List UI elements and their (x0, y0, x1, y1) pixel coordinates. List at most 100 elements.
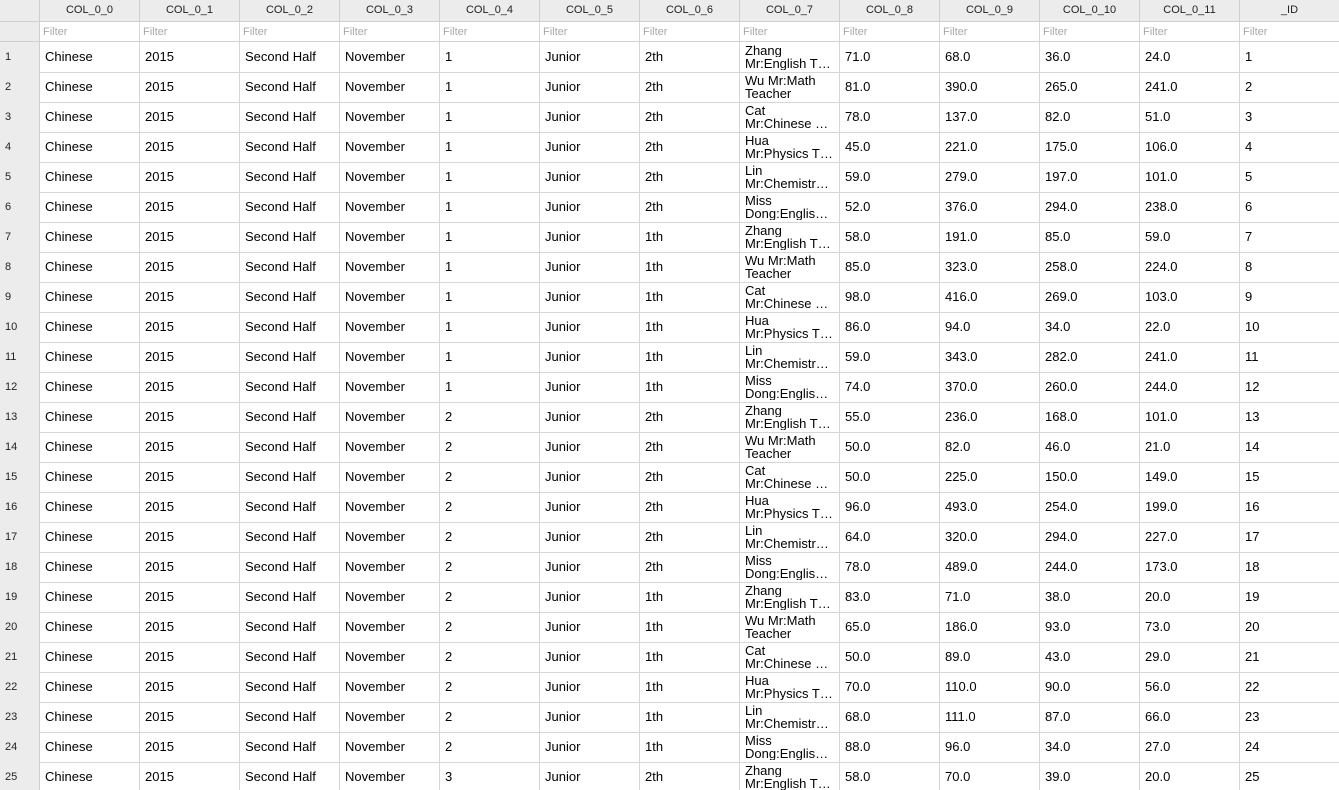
table-cell[interactable]: 282.0 (1040, 342, 1140, 372)
table-cell[interactable]: Second Half (240, 342, 340, 372)
table-cell[interactable]: 2015 (140, 372, 240, 402)
table-cell[interactable]: 70.0 (840, 672, 940, 702)
table-cell[interactable]: 2th (640, 192, 740, 222)
column-header[interactable]: COL_0_4 (440, 0, 540, 21)
table-cell[interactable]: 2 (1240, 72, 1339, 102)
table-cell[interactable]: 2015 (140, 192, 240, 222)
table-cell[interactable]: 2 (440, 612, 540, 642)
table-cell[interactable]: Chinese (40, 762, 140, 790)
table-cell[interactable]: 1 (440, 282, 540, 312)
table-cell[interactable]: 85.0 (1040, 222, 1140, 252)
table-cell[interactable]: Chinese (40, 492, 140, 522)
table-cell[interactable]: 78.0 (840, 552, 940, 582)
table-cell[interactable]: Second Half (240, 702, 340, 732)
table-cell[interactable]: Second Half (240, 762, 340, 790)
table-cell[interactable]: 1 (440, 372, 540, 402)
table-cell[interactable]: 24.0 (1140, 42, 1240, 72)
table-cell[interactable]: Chinese (40, 642, 140, 672)
table-cell[interactable]: 2 (440, 732, 540, 762)
filter-input[interactable] (1043, 23, 1136, 41)
table-cell[interactable]: 2015 (140, 402, 240, 432)
table-cell[interactable]: Chinese (40, 372, 140, 402)
table-cell[interactable]: November (340, 222, 440, 252)
table-cell[interactable]: 16 (1240, 492, 1339, 522)
table-cell[interactable]: 320.0 (940, 522, 1040, 552)
row-number[interactable]: 6 (0, 192, 40, 222)
table-cell[interactable]: Chinese (40, 462, 140, 492)
column-header[interactable]: COL_0_7 (740, 0, 840, 21)
table-cell[interactable]: Wu Mr:Math Teacher (740, 72, 840, 102)
table-cell[interactable]: Chinese (40, 582, 140, 612)
table-cell[interactable]: 24 (1240, 732, 1339, 762)
table-cell[interactable]: November (340, 702, 440, 732)
table-cell[interactable]: 343.0 (940, 342, 1040, 372)
table-cell[interactable]: Cat Mr:Chinese … (740, 282, 840, 312)
table-cell[interactable]: 2th (640, 762, 740, 790)
table-cell[interactable]: 1 (440, 312, 540, 342)
table-cell[interactable]: 1 (440, 42, 540, 72)
table-cell[interactable]: 38.0 (1040, 582, 1140, 612)
table-cell[interactable]: 149.0 (1140, 462, 1240, 492)
table-cell[interactable]: 101.0 (1140, 162, 1240, 192)
table-cell[interactable]: 137.0 (940, 102, 1040, 132)
table-cell[interactable]: November (340, 492, 440, 522)
table-cell[interactable]: 1th (640, 222, 740, 252)
filter-input[interactable] (743, 23, 836, 41)
table-cell[interactable]: 2th (640, 522, 740, 552)
table-cell[interactable]: Zhang Mr:English T… (740, 582, 840, 612)
table-cell[interactable]: 2th (640, 102, 740, 132)
table-cell[interactable]: 1th (640, 642, 740, 672)
table-cell[interactable]: Junior (540, 432, 640, 462)
row-number[interactable]: 5 (0, 162, 40, 192)
table-cell[interactable]: 96.0 (940, 732, 1040, 762)
table-cell[interactable]: 89.0 (940, 642, 1040, 672)
table-cell[interactable]: 19 (1240, 582, 1339, 612)
column-header[interactable]: COL_0_9 (940, 0, 1040, 21)
table-cell[interactable]: 46.0 (1040, 432, 1140, 462)
table-cell[interactable]: 1 (440, 192, 540, 222)
table-cell[interactable]: 21.0 (1140, 432, 1240, 462)
table-row[interactable]: 6 Chinese 2015 Second Half November 1 Junior 2t… (0, 192, 1339, 223)
table-cell[interactable]: 21 (1240, 642, 1339, 672)
table-cell[interactable]: Lin Mr:Chemistr… (740, 162, 840, 192)
table-cell[interactable]: 4 (1240, 132, 1339, 162)
table-cell[interactable]: Second Half (240, 402, 340, 432)
table-cell[interactable]: Second Half (240, 732, 340, 762)
table-cell[interactable]: Second Half (240, 192, 340, 222)
table-cell[interactable]: Miss Dong:Englis… (740, 552, 840, 582)
table-cell[interactable]: 82.0 (940, 432, 1040, 462)
table-cell[interactable]: 1 (440, 252, 540, 282)
table-cell[interactable]: Chinese (40, 102, 140, 132)
table-cell[interactable]: 71.0 (940, 582, 1040, 612)
table-cell[interactable]: 244.0 (1040, 552, 1140, 582)
table-cell[interactable]: 197.0 (1040, 162, 1140, 192)
table-cell[interactable]: 18 (1240, 552, 1339, 582)
table-cell[interactable]: 15 (1240, 462, 1339, 492)
table-cell[interactable]: Second Half (240, 552, 340, 582)
table-cell[interactable]: November (340, 102, 440, 132)
table-cell[interactable]: Chinese (40, 132, 140, 162)
table-cell[interactable]: 64.0 (840, 522, 940, 552)
table-row[interactable]: 21 Chinese 2015 Second Half November 2 Junior 1… (0, 642, 1339, 673)
table-cell[interactable]: Junior (540, 342, 640, 372)
table-cell[interactable]: 45.0 (840, 132, 940, 162)
table-cell[interactable]: 1th (640, 702, 740, 732)
table-cell[interactable]: 74.0 (840, 372, 940, 402)
row-number[interactable]: 14 (0, 432, 40, 462)
filter-input[interactable] (1243, 23, 1336, 41)
table-row[interactable]: 2 Chinese 2015 Second Half November 1 Junior 2t… (0, 72, 1339, 103)
table-row[interactable]: 16 Chinese 2015 Second Half November 2 Junior 2… (0, 492, 1339, 523)
table-cell[interactable]: 34.0 (1040, 312, 1140, 342)
table-cell[interactable]: 59.0 (840, 342, 940, 372)
table-cell[interactable]: 2 (440, 552, 540, 582)
table-cell[interactable]: 87.0 (1040, 702, 1140, 732)
table-cell[interactable]: 221.0 (940, 132, 1040, 162)
table-cell[interactable]: Chinese (40, 402, 140, 432)
row-number[interactable]: 3 (0, 102, 40, 132)
table-row[interactable]: 4 Chinese 2015 Second Half November 1 Junior 2t… (0, 132, 1339, 163)
table-cell[interactable]: 416.0 (940, 282, 1040, 312)
table-cell[interactable]: November (340, 582, 440, 612)
table-cell[interactable]: Junior (540, 192, 640, 222)
table-cell[interactable]: 9 (1240, 282, 1339, 312)
table-cell[interactable]: 59.0 (840, 162, 940, 192)
